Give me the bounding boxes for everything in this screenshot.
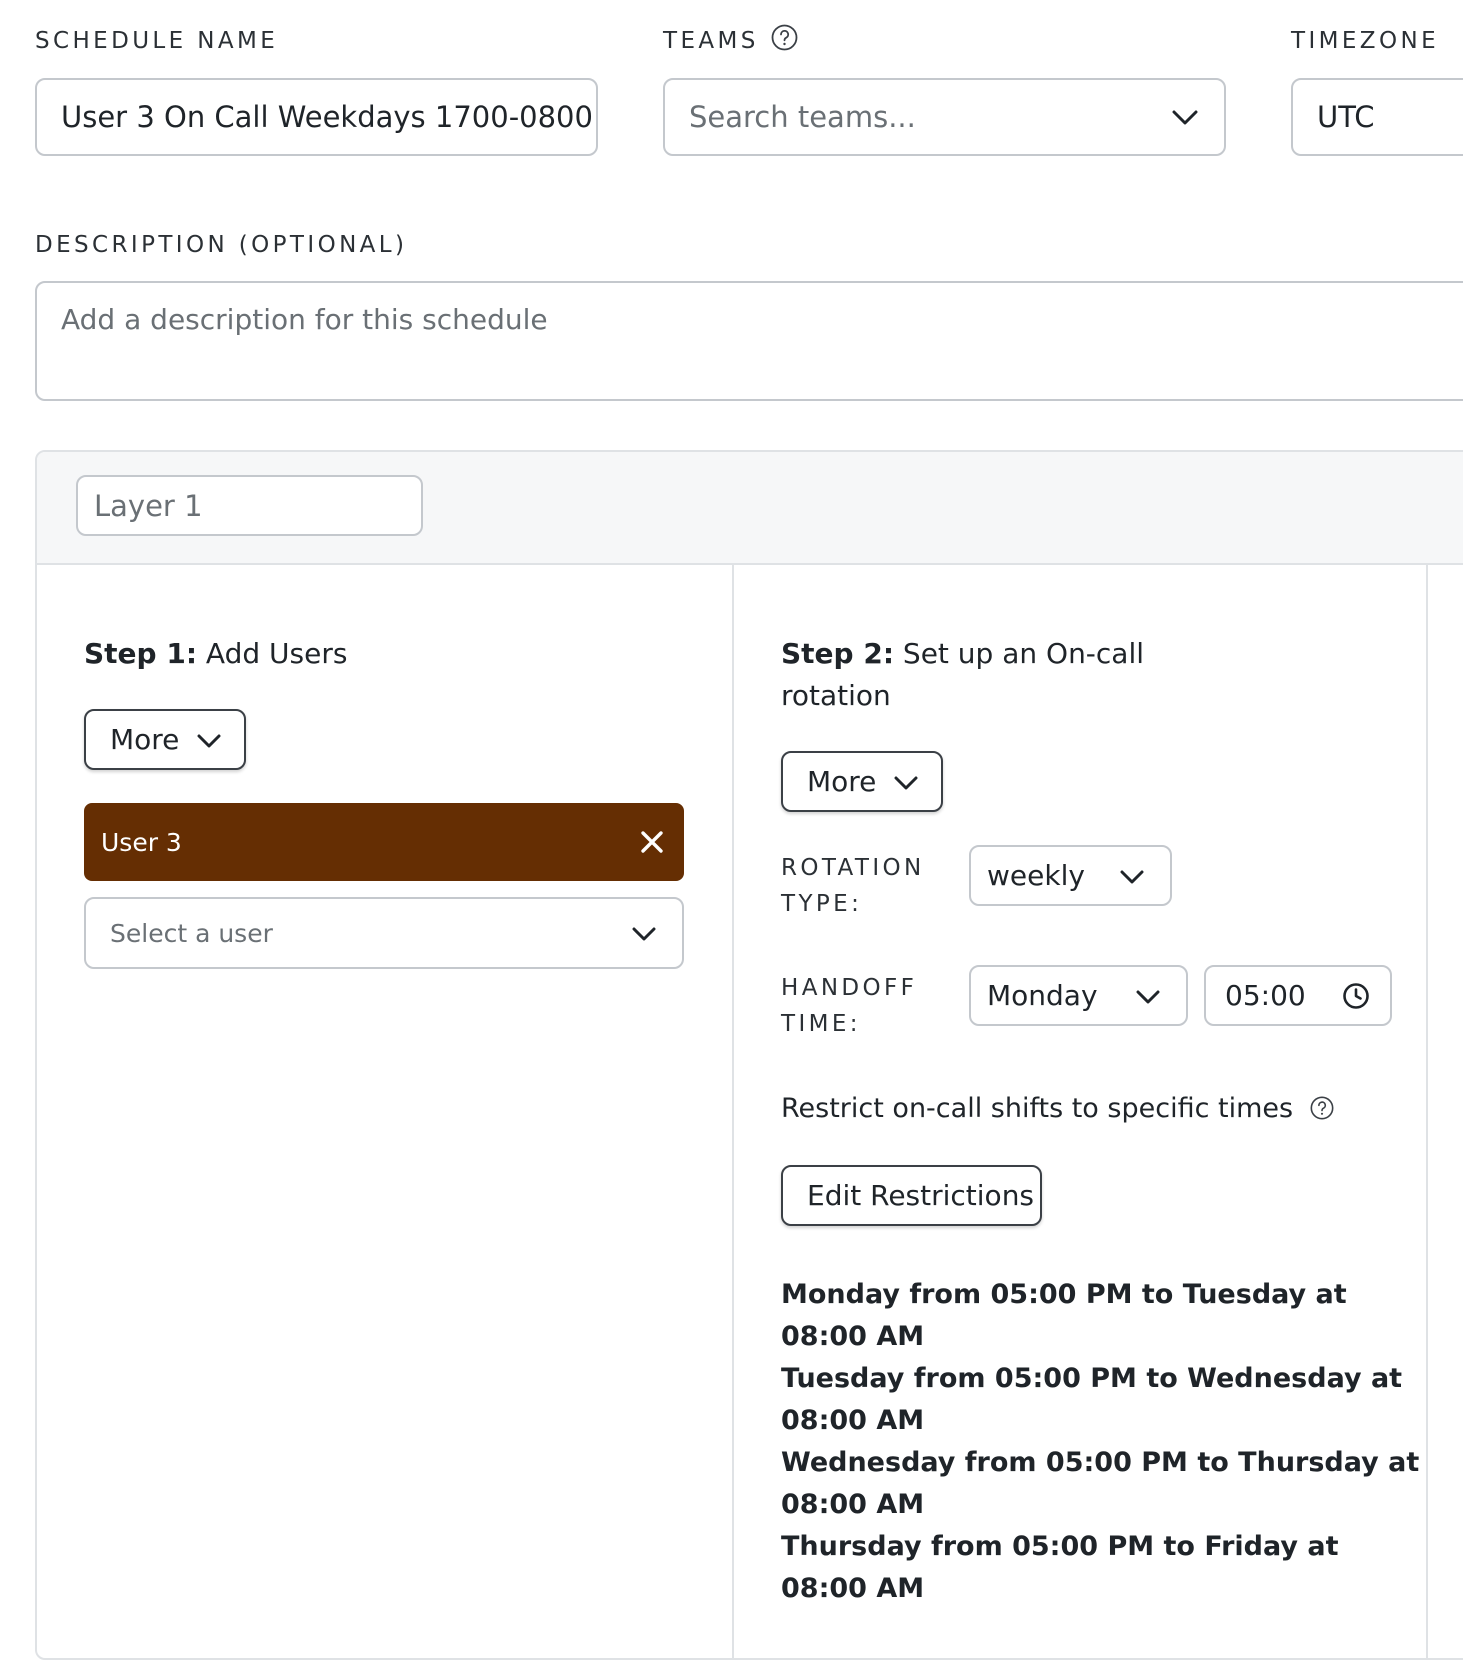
select-user-dropdown[interactable]: Select a user: [84, 897, 684, 969]
handoff-time-label-line2: TIME:: [781, 1011, 861, 1037]
schedule-name-label: SCHEDULE NAME: [35, 28, 279, 54]
step1-more-label: More: [110, 723, 180, 756]
handoff-time-label: HANDOFF TIME:: [781, 970, 917, 1042]
handoff-day-value: Monday: [987, 979, 1098, 1012]
step1-title-bold: Step 1:: [84, 637, 198, 670]
description-textarea[interactable]: [35, 281, 1463, 401]
step-divider-right: [1426, 563, 1428, 1658]
step2-title-rest: Set up an On-call: [902, 637, 1145, 670]
schedule-name-input[interactable]: User 3 On Call Weekdays 1700-0800: [35, 78, 598, 156]
restriction-line1: Thursday from 05:00 PM to Friday at: [781, 1531, 1339, 1562]
help-circle-icon[interactable]: [1310, 1096, 1334, 1120]
user-chip: User 3: [84, 803, 684, 881]
schedule-name-value: User 3 On Call Weekdays 1700-0800: [61, 100, 593, 134]
chevron-down-icon: [894, 776, 918, 790]
rotation-type-label-line2: TYPE:: [781, 891, 863, 917]
step2-title-line1: Step 2: Set up an On-call: [781, 633, 1144, 675]
timezone-select[interactable]: UTC: [1291, 78, 1463, 156]
step1-title: Step 1: Add Users: [84, 633, 347, 675]
restriction-line2: 08:00 AM: [781, 1573, 925, 1604]
chevron-down-icon: [1120, 870, 1144, 884]
restrictions-list: Monday from 05:00 PM to Tuesday at 08:00…: [781, 1274, 1419, 1610]
step2-title-line2: rotation: [781, 679, 891, 712]
description-label: DESCRIPTION (OPTIONAL): [35, 232, 408, 258]
restriction-item: Monday from 05:00 PM to Tuesday at 08:00…: [781, 1274, 1419, 1358]
chevron-down-icon: [197, 734, 221, 748]
rotation-type-select[interactable]: weekly: [969, 845, 1172, 906]
step2-title-bold: Step 2:: [781, 637, 895, 670]
restriction-line2: 08:00 AM: [781, 1321, 925, 1352]
step2-more-button[interactable]: More: [781, 751, 943, 812]
handoff-day-select[interactable]: Monday: [969, 965, 1188, 1026]
restriction-line2: 08:00 AM: [781, 1489, 925, 1520]
teams-label: TEAMS: [663, 24, 798, 54]
teams-placeholder: Search teams...: [689, 100, 916, 134]
restriction-line1: Monday from 05:00 PM to Tuesday at: [781, 1279, 1347, 1310]
timezone-value: UTC: [1317, 100, 1375, 134]
restriction-item: Thursday from 05:00 PM to Friday at 08:0…: [781, 1526, 1419, 1610]
restrict-text: Restrict on-call shifts to specific time…: [781, 1093, 1334, 1124]
teams-select[interactable]: Search teams...: [663, 78, 1226, 156]
teams-label-text: TEAMS: [663, 28, 759, 54]
select-user-placeholder: Select a user: [110, 918, 273, 948]
chevron-down-icon: [1136, 990, 1160, 1004]
timezone-label: TIMEZONE: [1291, 28, 1440, 54]
handoff-time-input[interactable]: 05:00: [1204, 965, 1392, 1026]
edit-restrictions-label: Edit Restrictions: [807, 1179, 1035, 1212]
handoff-time-value: 05:00: [1225, 979, 1306, 1012]
restriction-item: Tuesday from 05:00 PM to Wednesday at 08…: [781, 1358, 1419, 1442]
restrict-text-label: Restrict on-call shifts to specific time…: [781, 1093, 1294, 1124]
rotation-type-label: ROTATION TYPE:: [781, 850, 925, 922]
chevron-down-icon: [1172, 110, 1198, 125]
close-icon[interactable]: [640, 830, 664, 854]
chevron-down-icon: [632, 927, 656, 941]
restriction-line1: Wednesday from 05:00 PM to Thursday at: [781, 1447, 1420, 1478]
step1-title-rest: Add Users: [205, 637, 348, 670]
user-chip-name: User 3: [101, 827, 182, 857]
rotation-type-label-line1: ROTATION: [781, 855, 925, 881]
step2-more-label: More: [807, 765, 877, 798]
layer-name-input[interactable]: Layer 1: [76, 475, 423, 536]
step1-more-button[interactable]: More: [84, 709, 246, 770]
step-divider: [732, 563, 734, 1658]
restriction-line2: 08:00 AM: [781, 1405, 925, 1436]
step2-title: Step 2: Set up an On-call rotation: [781, 633, 1144, 717]
restriction-line1: Tuesday from 05:00 PM to Wednesday at: [781, 1363, 1403, 1394]
layer-name-value: Layer 1: [94, 488, 203, 523]
rotation-type-value: weekly: [987, 859, 1085, 892]
help-circle-icon[interactable]: [771, 24, 798, 51]
restriction-item: Wednesday from 05:00 PM to Thursday at 0…: [781, 1442, 1419, 1526]
handoff-time-label-line1: HANDOFF: [781, 975, 918, 1001]
clock-icon[interactable]: [1342, 982, 1370, 1010]
edit-restrictions-button[interactable]: Edit Restrictions: [781, 1165, 1042, 1226]
